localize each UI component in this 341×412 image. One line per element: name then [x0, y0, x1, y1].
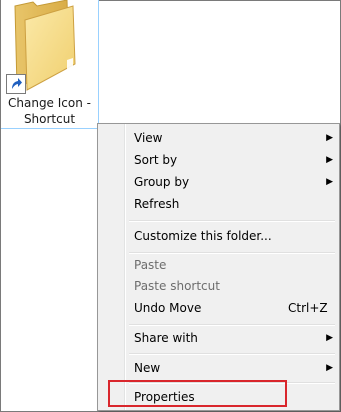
menu-separator: [129, 220, 335, 222]
menu-item-group-by[interactable]: Group by ▶: [100, 171, 337, 193]
properties-highlight-box: [108, 380, 287, 407]
submenu-arrow-icon: ▶: [326, 155, 333, 165]
submenu-arrow-icon: ▶: [326, 133, 333, 143]
submenu-arrow-icon: ▶: [326, 363, 333, 373]
shortcut-arrow-icon: [6, 74, 26, 94]
shortcut-key-label: Ctrl+Z: [288, 301, 328, 315]
menu-separator: [129, 324, 335, 326]
menu-item-customize-folder[interactable]: Customize this folder...: [100, 225, 337, 247]
menu-item-paste-shortcut[interactable]: Paste shortcut: [100, 275, 337, 297]
submenu-arrow-icon: ▶: [326, 177, 333, 187]
menu-item-sort-by[interactable]: Sort by ▶: [100, 149, 337, 171]
menu-item-undo-move[interactable]: Undo Move Ctrl+Z: [100, 297, 337, 319]
menu-item-paste[interactable]: Paste: [100, 254, 337, 276]
menu-item-view[interactable]: View ▶: [100, 127, 337, 149]
menu-item-new[interactable]: New ▶: [100, 357, 337, 379]
desktop-icon-label: Change Icon - Shortcut: [8, 96, 91, 126]
context-menu: View ▶ Sort by ▶ Group by ▶ Refresh Cust…: [97, 123, 340, 411]
menu-item-share-with[interactable]: Share with ▶: [100, 327, 337, 349]
submenu-arrow-icon: ▶: [326, 333, 333, 343]
menu-separator: [129, 353, 335, 355]
desktop-shortcut-item[interactable]: Change Icon - Shortcut: [1, 0, 99, 129]
menu-item-refresh[interactable]: Refresh: [100, 193, 337, 215]
